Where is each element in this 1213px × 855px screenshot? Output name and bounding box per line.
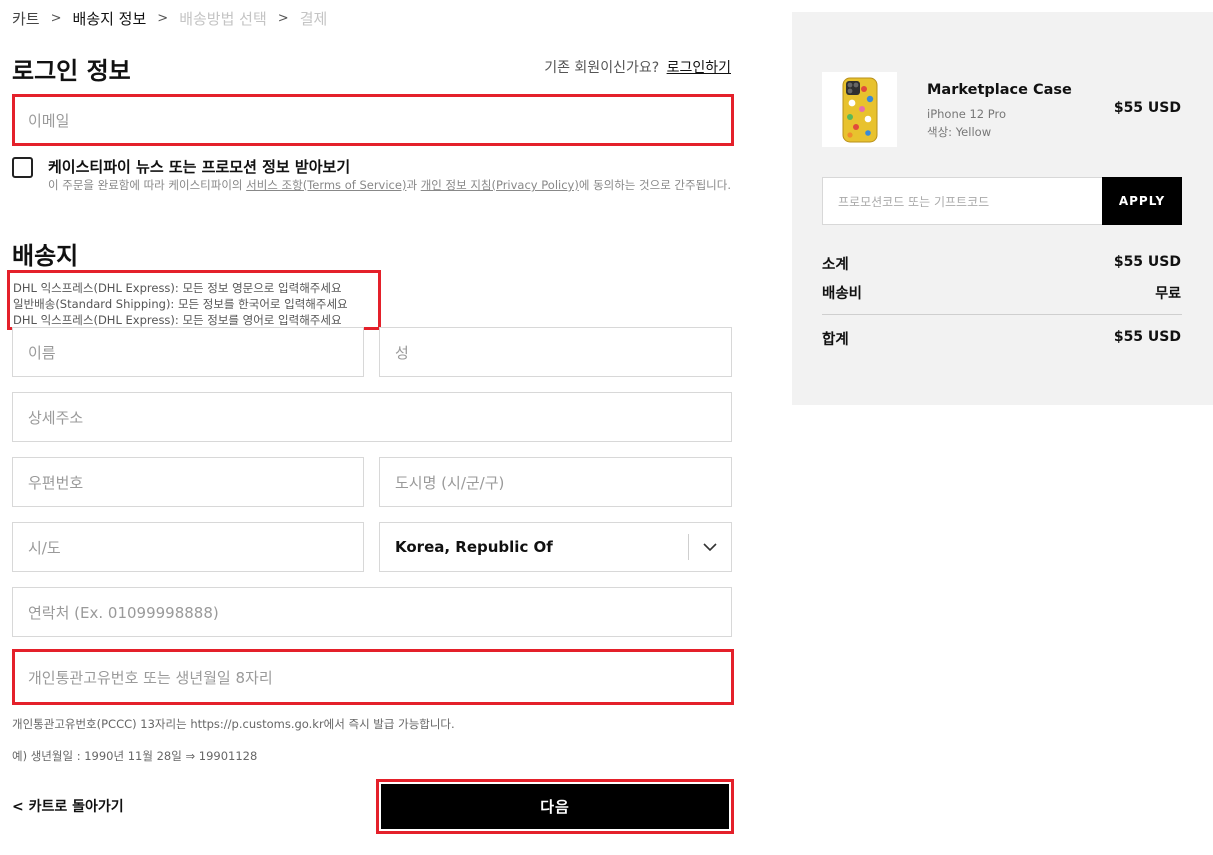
existing-member-hint: 기존 회원이신가요? 로그인하기 xyxy=(544,57,731,77)
product-name: Marketplace Case xyxy=(927,82,1072,98)
first-name-placeholder: 이름 xyxy=(28,343,56,362)
notice-line: DHL 익스프레스(DHL Express): 모든 정보를 영어로 입력해주세… xyxy=(13,313,342,327)
total-value: $55 USD xyxy=(1113,329,1181,345)
notice-line: DHL 익스프레스(DHL Express): 모든 정보 영문으로 입력해주세… xyxy=(13,281,342,295)
state-field[interactable]: 시/도 xyxy=(12,522,364,572)
shipping-fee-label: 배송비 xyxy=(822,286,863,302)
state-placeholder: 시/도 xyxy=(28,538,61,557)
existing-member-text: 기존 회원이신가요? xyxy=(544,60,660,76)
shipping-language-notice: DHL 익스프레스(DHL Express): 모든 정보 영문으로 입력해주세… xyxy=(7,270,381,330)
back-to-cart-link[interactable]: < 카트로 돌아가기 xyxy=(12,796,124,816)
product-color: 색상: Yellow xyxy=(927,125,992,139)
apply-button[interactable]: APPLY xyxy=(1102,177,1182,225)
total-label: 합계 xyxy=(822,332,849,348)
subtotal-label: 소계 xyxy=(822,257,849,273)
promo-code-input[interactable]: 프로모션코드 또는 기프트코드 xyxy=(822,177,1103,225)
breadcrumb-separator: > xyxy=(277,11,289,26)
login-section-title: 로그인 정보 xyxy=(12,57,131,85)
breadcrumb-cart[interactable]: 카트 xyxy=(12,8,40,29)
promo-code-placeholder: 프로모션코드 또는 기프트코드 xyxy=(838,194,990,209)
shipping-section-title: 배송지 xyxy=(12,242,79,270)
last-name-placeholder: 성 xyxy=(395,343,409,362)
breadcrumb: 카트 > 배송지 정보 > 배송방법 선택 > 결제 xyxy=(12,8,327,29)
breadcrumb-separator: > xyxy=(157,11,169,26)
newsletter-checkbox[interactable] xyxy=(12,157,33,178)
select-control xyxy=(688,523,731,571)
address-placeholder: 상세주소 xyxy=(28,408,84,427)
postal-code-placeholder: 우편번호 xyxy=(28,473,84,492)
product-details: iPhone 12 Pro 색상: Yellow xyxy=(927,105,1006,141)
product-thumbnail xyxy=(822,72,897,147)
chevron-down-icon[interactable] xyxy=(689,542,731,552)
terms-of-service-link[interactable]: 서비스 조항(Terms of Service) xyxy=(246,178,406,192)
country-select[interactable]: Korea, Republic Of xyxy=(379,522,732,572)
customs-help-text: 개인통관고유번호(PCCC) 13자리는 https://p.customs.g… xyxy=(12,717,455,731)
newsletter-label: 케이스티파이 뉴스 또는 프로모션 정보 받아보기 xyxy=(48,158,351,176)
birthdate-example-text: 예) 생년월일 : 1990년 11월 28일 ⇒ 19901128 xyxy=(12,749,258,763)
email-field[interactable]: 이메일 xyxy=(12,94,734,146)
breadcrumb-payment: 결제 xyxy=(299,10,328,28)
address-field[interactable]: 상세주소 xyxy=(12,392,732,442)
phone-case-thumbnail xyxy=(842,77,877,142)
customs-id-field[interactable]: 개인통관고유번호 또는 생년월일 8자리 xyxy=(12,649,734,705)
product-price: $55 USD xyxy=(1113,100,1181,116)
first-name-field[interactable]: 이름 xyxy=(12,327,364,377)
subtotal-value: $55 USD xyxy=(1113,254,1181,270)
breadcrumb-separator: > xyxy=(50,11,62,26)
next-button-highlight: 다음 xyxy=(376,779,734,834)
city-field[interactable]: 도시명 (시/군/구) xyxy=(379,457,732,507)
shipping-fee-value: 무료 xyxy=(1155,286,1181,302)
consent-text: 이 주문을 완료함에 따라 케이스티파이의 서비스 조항(Terms of Se… xyxy=(48,178,738,193)
phone-field[interactable]: 연락처 (Ex. 01099998888) xyxy=(12,587,732,637)
summary-divider xyxy=(822,314,1182,315)
consent-middle: 과 xyxy=(406,178,421,192)
notice-line: 일반배송(Standard Shipping): 모든 정보를 한국어로 입력해… xyxy=(13,297,348,311)
consent-suffix: 에 동의하는 것으로 간주됩니다. xyxy=(578,178,731,192)
customs-id-placeholder: 개인통관고유번호 또는 생년월일 8자리 xyxy=(28,668,273,687)
next-button[interactable]: 다음 xyxy=(381,784,729,829)
breadcrumb-shipping-method: 배송방법 선택 xyxy=(179,10,267,28)
email-placeholder: 이메일 xyxy=(28,111,70,130)
phone-placeholder: 연락처 (Ex. 01099998888) xyxy=(28,603,219,622)
breadcrumb-shipping-info: 배송지 정보 xyxy=(72,10,147,28)
product-model: iPhone 12 Pro xyxy=(927,107,1007,121)
login-link[interactable]: 로그인하기 xyxy=(667,60,731,76)
consent-prefix: 이 주문을 완료함에 따라 케이스티파이의 xyxy=(48,178,247,192)
last-name-field[interactable]: 성 xyxy=(379,327,732,377)
city-placeholder: 도시명 (시/군/구) xyxy=(395,473,505,492)
privacy-policy-link[interactable]: 개인 정보 지침(Privacy Policy) xyxy=(421,178,579,192)
country-value: Korea, Republic Of xyxy=(395,538,553,556)
postal-code-field[interactable]: 우편번호 xyxy=(12,457,364,507)
